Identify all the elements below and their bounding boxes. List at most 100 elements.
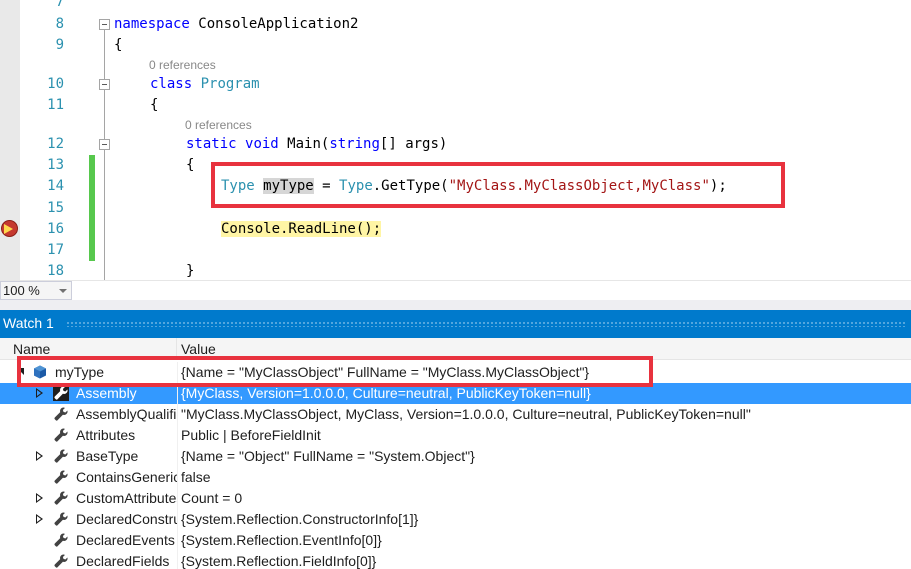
watch-item-value[interactable]: {System.Reflection.ConstructorInfo[1]} <box>181 511 418 527</box>
keyword: static <box>186 136 237 152</box>
watch-item-value[interactable]: Public | BeforeFieldInit <box>181 427 321 443</box>
outline-guide <box>104 30 105 280</box>
keyword: class <box>150 76 193 92</box>
watch-row[interactable]: BaseType {Name = "Object" FullName = "Sys… <box>0 446 911 467</box>
watch-item-name: Attributes <box>76 427 136 443</box>
line-number: 13 <box>47 157 64 173</box>
watch-window-title-bar[interactable]: Watch 1 <box>0 310 911 338</box>
watch-row[interactable]: CustomAttributes Count = 0 <box>0 488 911 509</box>
change-tracking-bar <box>89 155 95 261</box>
codelens-references[interactable]: 0 references <box>185 117 252 133</box>
watch-item-name: CustomAttributes <box>76 490 177 506</box>
watch-item-value[interactable]: {Name = "Object" FullName = "System.Obje… <box>181 448 475 464</box>
property-wrench-icon <box>53 490 69 506</box>
column-separator <box>177 509 178 530</box>
watch-item-value[interactable]: "MyClass.MyClassObject, MyClass, Version… <box>181 406 751 422</box>
line-number: 9 <box>55 37 64 53</box>
type-name: Program <box>200 76 260 92</box>
collapse-method-icon[interactable] <box>99 139 110 150</box>
property-wrench-icon <box>53 406 69 422</box>
watch-rows: myType {Name = "MyClassObject" FullName =… <box>0 362 911 569</box>
watch-item-value[interactable]: false <box>181 469 211 485</box>
code-line-12[interactable]: static void Main(string[] args) <box>186 134 447 154</box>
pane-splitter[interactable] <box>0 300 911 310</box>
keyword: string <box>329 136 380 152</box>
property-wrench-icon <box>53 469 69 485</box>
keyword: namespace <box>114 16 190 32</box>
line-number: 17 <box>47 242 64 258</box>
expand-arrow-icon[interactable] <box>36 451 44 462</box>
expand-arrow-icon[interactable] <box>36 514 44 525</box>
watch-name-cell[interactable]: BaseType <box>0 446 177 467</box>
property-wrench-icon <box>53 511 69 527</box>
line-number: 8 <box>55 16 64 32</box>
codelens-references[interactable]: 0 references <box>149 57 216 73</box>
watch-item-name: DeclaredConstructors <box>76 511 177 527</box>
column-header-value[interactable]: Value <box>181 341 216 357</box>
execution-arrow-icon <box>4 224 13 234</box>
expand-arrow-icon[interactable] <box>36 493 44 504</box>
watch-row[interactable]: DeclaredFields {System.Reflection.FieldIn… <box>0 551 911 569</box>
watch-item-value[interactable]: {System.Reflection.FieldInfo[0]} <box>181 553 376 569</box>
watch-row[interactable]: Attributes Public | BeforeFieldInit <box>0 425 911 446</box>
line-number: 15 <box>47 200 64 216</box>
keyword: void <box>245 136 279 152</box>
code-line-10[interactable]: class Program <box>150 74 260 94</box>
watch-name-cell[interactable]: DeclaredEvents <box>0 530 177 551</box>
watch-item-value[interactable]: {System.Reflection.EventInfo[0]} <box>181 532 382 548</box>
code-line-13[interactable]: { <box>186 155 194 175</box>
watch-item-name: BaseType <box>76 448 139 464</box>
line-number: 18 <box>47 263 64 279</box>
watch-item-name: AssemblyQualifiedName <box>76 406 177 422</box>
chevron-down-icon <box>59 289 67 293</box>
title-grip <box>66 321 907 327</box>
watch-row[interactable]: AssemblyQualifiedName"MyClass.MyClassObj… <box>0 404 911 425</box>
line-number: 10 <box>47 76 64 92</box>
watch-item-name: DeclaredEvents <box>76 532 175 548</box>
line-number: 16 <box>47 221 64 237</box>
expand-arrow-icon[interactable] <box>36 388 44 399</box>
column-separator <box>177 425 178 446</box>
line-number-gutter: 7 8 9 10 11 12 13 14 15 16 17 18 <box>20 0 68 280</box>
column-separator <box>177 530 178 551</box>
watch-name-cell[interactable]: DeclaredConstructors <box>0 509 177 530</box>
identifier: ConsoleApplication2 <box>189 16 359 32</box>
watch-name-cell[interactable]: ContainsGenericParameters <box>0 467 177 488</box>
column-separator <box>177 488 178 509</box>
glyph-margin[interactable] <box>0 0 20 280</box>
watch-item-value[interactable]: Count = 0 <box>181 490 242 506</box>
property-wrench-icon <box>53 385 69 401</box>
column-separator <box>177 467 178 488</box>
watch-name-cell[interactable]: Attributes <box>0 425 177 446</box>
column-separator <box>177 404 178 425</box>
line-number: 7 <box>55 0 64 10</box>
method-name: Main( <box>287 136 330 152</box>
watch-item-name: Assembly <box>76 385 137 401</box>
column-header-name[interactable]: Name <box>13 341 50 357</box>
watch-item-name: DeclaredFields <box>76 553 170 569</box>
code-line-18[interactable]: } <box>186 261 194 280</box>
property-wrench-icon <box>53 553 69 569</box>
callout-box-code <box>211 162 785 208</box>
watch-item-name: ContainsGenericParameters <box>76 469 177 485</box>
watch-row[interactable]: DeclaredEvents {System.Reflection.EventIn… <box>0 530 911 551</box>
watch-name-cell[interactable]: DeclaredFields <box>0 551 177 569</box>
watch-item-value[interactable]: {MyClass, Version=1.0.0.0, Culture=neutr… <box>181 385 591 401</box>
line-number: 12 <box>47 136 64 152</box>
parameters: [] args) <box>379 136 448 152</box>
zoom-level-dropdown[interactable]: 100 % <box>0 281 72 300</box>
code-editor[interactable]: 7 8 9 10 11 12 13 14 15 16 17 18 namespa… <box>0 0 911 280</box>
code-line-11[interactable]: { <box>150 95 158 115</box>
column-separator <box>177 551 178 569</box>
watch-name-cell[interactable]: CustomAttributes <box>0 488 177 509</box>
collapse-namespace-icon[interactable] <box>99 19 110 30</box>
code-line-16[interactable]: Console.ReadLine(); <box>221 219 382 239</box>
watch-row[interactable]: ContainsGenericParametersfalse <box>0 467 911 488</box>
watch-row[interactable]: DeclaredConstructors{System.Reflection.C… <box>0 509 911 530</box>
code-line-9[interactable]: { <box>114 35 122 55</box>
code-line-8[interactable]: namespace ConsoleApplication2 <box>114 14 358 34</box>
watch-name-cell[interactable]: AssemblyQualifiedName <box>0 404 177 425</box>
zoom-level-value: 100 % <box>3 283 40 298</box>
column-separator <box>177 446 178 467</box>
collapse-class-icon[interactable] <box>99 79 110 90</box>
